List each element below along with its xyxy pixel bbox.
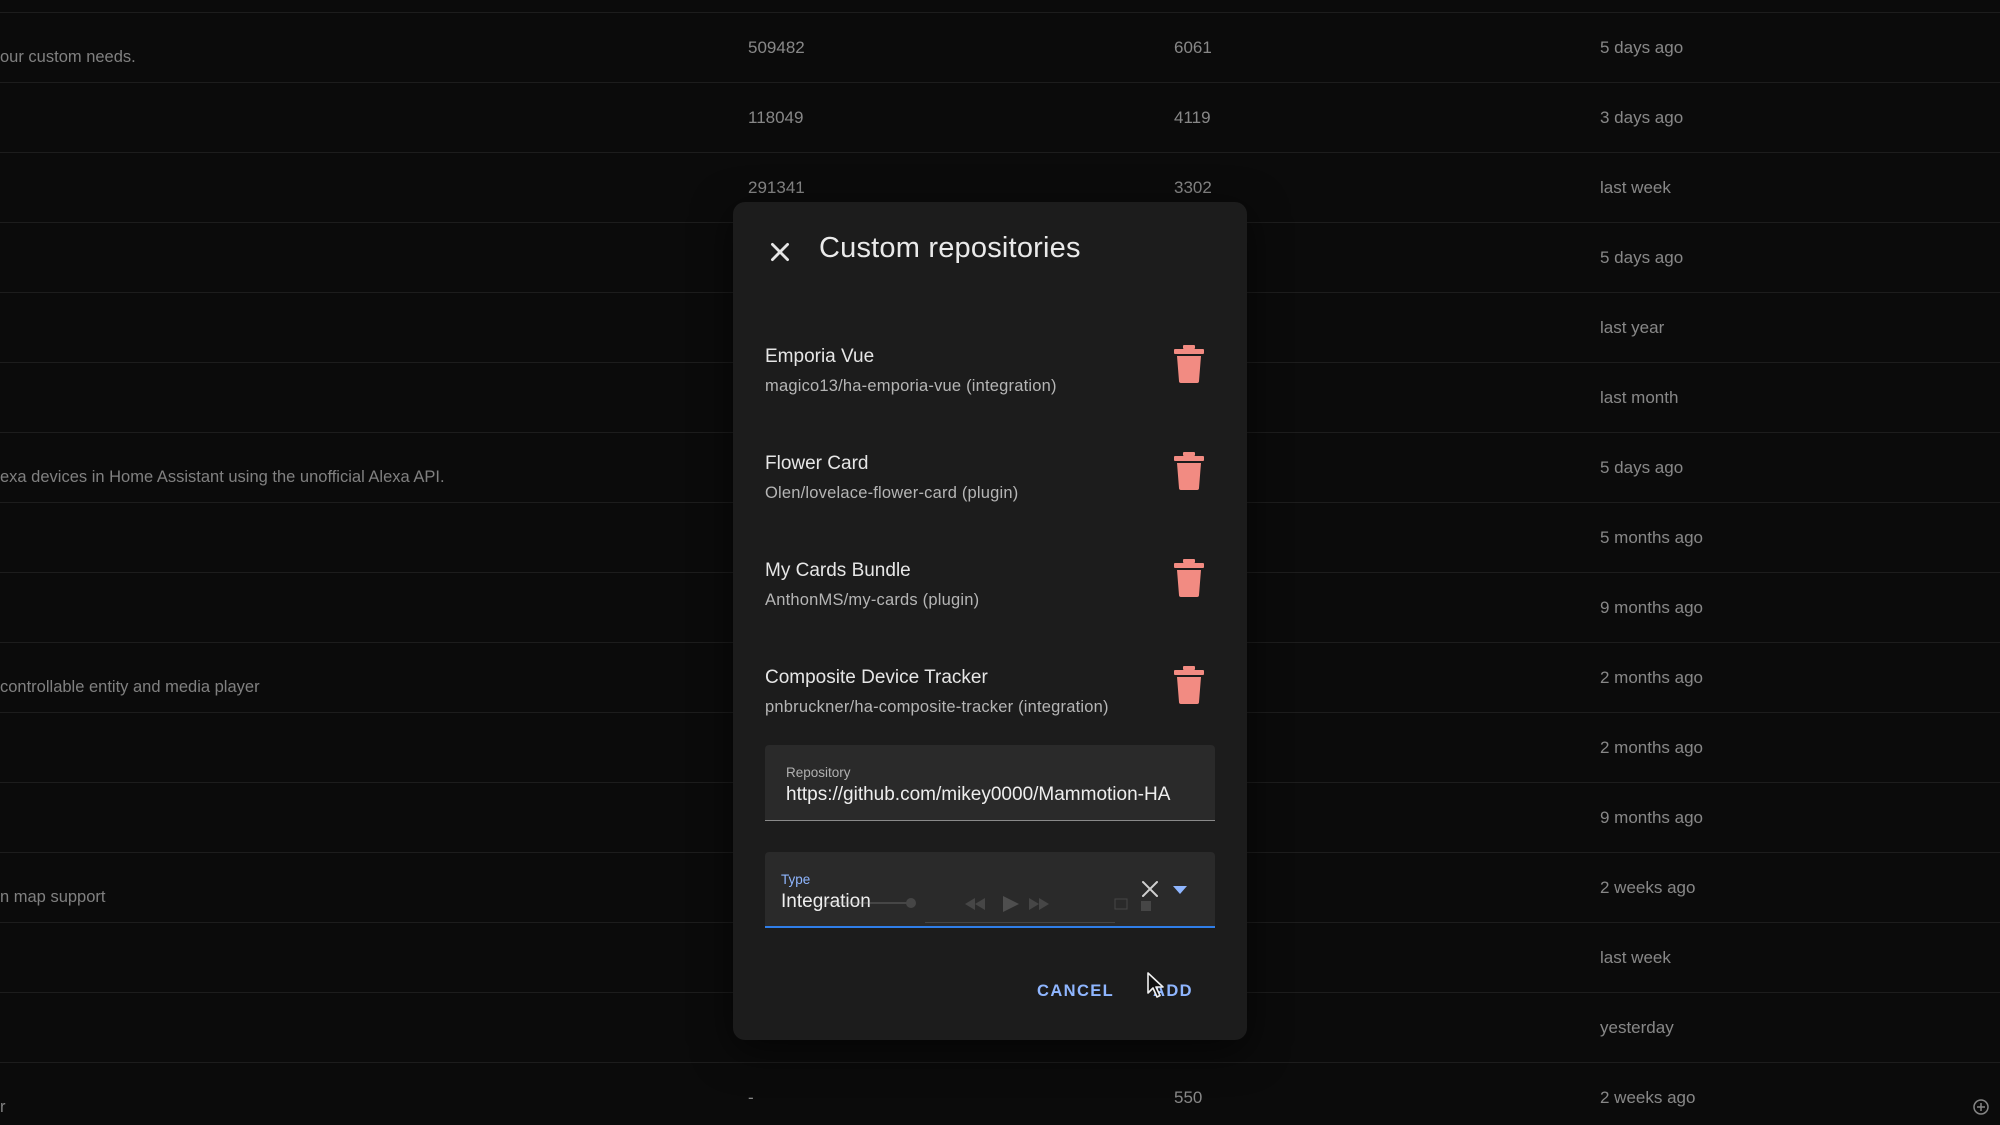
cancel-button[interactable]: CANCEL (1037, 982, 1114, 1001)
dialog-actions: CANCEL ADD (733, 982, 1247, 1022)
type-dropdown-button[interactable] (1169, 880, 1191, 900)
delete-repository-button[interactable] (1169, 556, 1209, 600)
custom-repositories-dialog: Custom repositories Emporia Vue magico13… (733, 202, 1247, 1040)
repository-path: Olen/lovelace-flower-card (plugin) (765, 484, 1019, 502)
repository-item: Emporia Vue magico13/ha-emporia-vue (int… (765, 345, 1225, 430)
type-select[interactable]: Type Integration (765, 852, 1215, 928)
repository-name: Emporia Vue (765, 346, 875, 367)
repository-name: Composite Device Tracker (765, 667, 988, 688)
repository-path: pnbruckner/ha-composite-tracker (integra… (765, 698, 1109, 716)
repository-path: AnthonMS/my-cards (plugin) (765, 591, 980, 609)
repository-item: Flower Card Olen/lovelace-flower-card (p… (765, 452, 1225, 537)
repository-item: Composite Device Tracker pnbruckner/ha-c… (765, 666, 1225, 751)
dialog-header: Custom repositories (733, 202, 1247, 298)
trash-icon (1174, 666, 1204, 704)
delete-repository-button[interactable] (1169, 449, 1209, 493)
dialog-title: Custom repositories (819, 232, 1081, 264)
trash-icon (1174, 559, 1204, 597)
repository-item: My Cards Bundle AnthonMS/my-cards (plugi… (765, 559, 1225, 644)
repository-name: My Cards Bundle (765, 560, 911, 581)
repository-name: Flower Card (765, 453, 869, 474)
clear-type-button[interactable] (1138, 877, 1162, 901)
repository-path: magico13/ha-emporia-vue (integration) (765, 377, 1057, 395)
trash-icon (1174, 345, 1204, 383)
trash-icon (1174, 452, 1204, 490)
repository-label: Repository (786, 765, 851, 780)
repository-input[interactable] (786, 784, 1196, 806)
mouse-cursor-icon (1147, 972, 1164, 998)
delete-repository-button[interactable] (1169, 342, 1209, 386)
clear-icon (1142, 881, 1158, 897)
repository-field[interactable]: Repository (765, 745, 1215, 821)
type-label: Type (781, 872, 811, 887)
caret-down-icon (1173, 886, 1187, 894)
close-button[interactable] (764, 236, 796, 268)
delete-repository-button[interactable] (1169, 663, 1209, 707)
corner-settings-icon[interactable] (1972, 1098, 1990, 1116)
close-icon (771, 243, 789, 261)
